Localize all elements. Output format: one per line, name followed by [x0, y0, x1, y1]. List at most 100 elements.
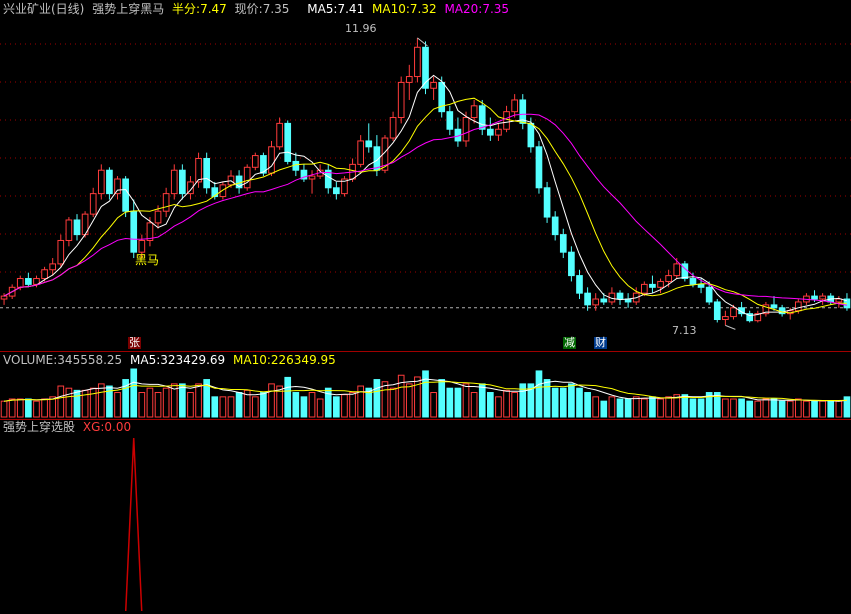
volume-bar	[114, 392, 121, 418]
candle-body	[243, 166, 251, 189]
ma20-label: MA20:	[444, 2, 483, 16]
divider-price-volume	[0, 351, 851, 352]
volume-bar	[559, 387, 567, 418]
volume-bar	[632, 396, 640, 418]
half-label: 半分:	[172, 2, 201, 16]
volume-value: 345558.25	[57, 353, 123, 367]
ma5-value: 7.41	[337, 2, 365, 16]
volume-bar	[381, 381, 389, 418]
candle-body	[397, 81, 405, 119]
candle-body	[770, 304, 778, 309]
candlestick-chart[interactable]	[0, 0, 851, 352]
price-panel[interactable]: 兴业矿业(日线) 强势上穿黑马 半分:7.47 现价:7.35 MA5:7.41…	[0, 0, 851, 352]
volume-bar	[543, 379, 551, 418]
price-label: 现价:	[234, 2, 263, 16]
candle-body	[73, 219, 81, 236]
volume-bar	[624, 398, 632, 418]
volume-bar	[333, 396, 340, 418]
volume-bar	[746, 400, 754, 418]
volume-ma5-label: MA5:	[130, 353, 161, 367]
volume-ma5-value: 323429.69	[160, 353, 226, 367]
volume-bar	[227, 396, 235, 418]
volume-bar	[179, 383, 186, 418]
volume-bar	[786, 400, 794, 418]
volume-header: VOLUME:345558.25 MA5:323429.69 MA10:2263…	[3, 353, 340, 367]
volume-bar	[138, 392, 146, 418]
volume-bar	[97, 383, 105, 418]
ma10-value: 7.32	[409, 2, 437, 16]
tag-cai[interactable]: 财	[594, 337, 607, 349]
volume-bar	[389, 387, 397, 418]
candle-body	[268, 146, 275, 174]
volume-bar	[811, 400, 818, 418]
volume-bar	[819, 400, 826, 418]
candle-body	[819, 295, 826, 300]
volume-bar	[349, 392, 356, 418]
candle-body	[414, 46, 421, 78]
candle-body	[511, 99, 518, 113]
ma10-line	[3, 97, 847, 314]
candle-body	[616, 292, 624, 300]
volume-bar	[640, 398, 648, 418]
volume-bar	[57, 385, 65, 418]
candle-body	[568, 251, 575, 277]
candle-body	[49, 263, 57, 271]
candle-body	[657, 280, 664, 288]
candle-body	[551, 216, 559, 236]
candle-body	[41, 269, 48, 280]
candle-body	[154, 210, 162, 224]
volume-bar	[25, 398, 32, 418]
candle-body	[57, 239, 65, 265]
volume-bar	[835, 400, 843, 418]
tag-zhang[interactable]: 张	[128, 337, 141, 349]
indicator-panel[interactable]: 强势上穿选股 XG:0.00	[0, 420, 851, 614]
volume-bar	[373, 379, 381, 418]
signal-label-heima: 黑马	[135, 253, 160, 267]
volume-panel[interactable]: VOLUME:345558.25 MA5:323429.69 MA10:2263…	[0, 353, 851, 419]
volume-bar	[778, 400, 786, 418]
stock-title: 兴业矿业(日线)	[3, 2, 85, 16]
volume-bar	[600, 400, 608, 418]
candle-body	[333, 187, 340, 195]
low-marker-arrow	[725, 324, 736, 330]
volume-bar	[16, 398, 24, 418]
high-price-label: 11.96	[345, 22, 377, 35]
volume-bar	[324, 387, 332, 418]
candle-body	[778, 307, 786, 315]
volume-bar	[827, 400, 835, 418]
candle-body	[446, 111, 454, 130]
candle-body	[487, 128, 494, 136]
volume-bar	[511, 392, 518, 418]
volume-bar	[0, 400, 8, 418]
candle-body	[713, 301, 721, 321]
volume-ma10-value: 226349.95	[270, 353, 336, 367]
volume-bar	[738, 398, 745, 418]
volume-bar	[551, 387, 559, 418]
tag-jian[interactable]: 减	[563, 337, 576, 349]
volume-bar	[430, 392, 437, 418]
candle-body	[535, 146, 543, 189]
volume-bar	[462, 383, 470, 418]
candle-body	[365, 140, 373, 148]
volume-bar	[65, 387, 73, 418]
volume-bar	[251, 396, 259, 418]
candle-body	[478, 105, 486, 130]
volume-bar	[487, 392, 494, 418]
volume-bar	[770, 398, 778, 418]
candle-body	[276, 122, 283, 148]
volume-bar	[316, 398, 324, 418]
candle-body	[600, 298, 608, 303]
candle-body	[794, 301, 802, 312]
volume-bar	[284, 376, 292, 418]
volume-bar	[211, 396, 219, 418]
candle-body	[576, 275, 583, 294]
indicator-chart[interactable]	[0, 420, 851, 614]
volume-bar	[762, 398, 770, 418]
volume-bar	[73, 389, 81, 418]
volume-bar	[8, 398, 16, 418]
candle-body	[430, 81, 437, 89]
volume-bar	[414, 376, 421, 418]
volume-bar	[681, 394, 689, 418]
volume-bar	[260, 392, 267, 418]
candle-body	[462, 117, 470, 142]
